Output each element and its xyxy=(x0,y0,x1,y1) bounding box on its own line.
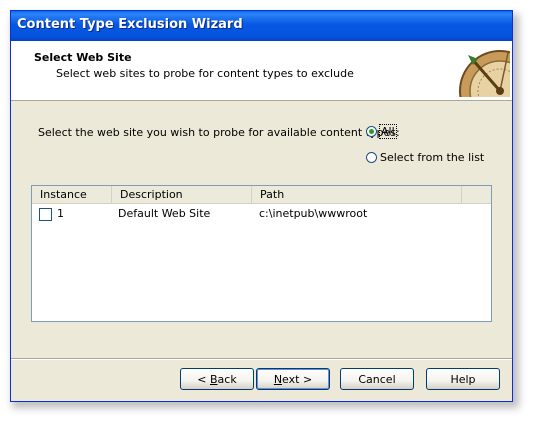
row-description: Default Web Site xyxy=(118,207,211,220)
back-button-prefix: < xyxy=(197,372,210,386)
radio-select-from-list-label[interactable]: Select from the list xyxy=(380,151,484,164)
table-row[interactable]: 1 Default Web Site c:\inetpub\wwwroot xyxy=(32,206,491,222)
website-list[interactable]: Instance Description Path 1 Default Web … xyxy=(31,185,492,322)
back-button[interactable]: < Back xyxy=(180,368,254,390)
back-button-mnemonic: B xyxy=(210,372,218,386)
header-subtitle: Select web sites to probe for content ty… xyxy=(56,67,354,80)
radio-all-label[interactable]: All xyxy=(379,124,397,139)
radio-all[interactable]: All xyxy=(366,124,397,139)
radio-select-from-list-button[interactable] xyxy=(366,152,377,163)
wizard-header: Select Web Site Select web sites to prob… xyxy=(11,41,512,101)
compass-logo-icon xyxy=(459,50,510,97)
button-separator xyxy=(11,358,512,360)
cancel-button[interactable]: Cancel xyxy=(340,368,414,390)
row-instance: 1 xyxy=(57,207,64,220)
column-header-instance[interactable]: Instance xyxy=(32,186,112,204)
next-button-rest: ext > xyxy=(282,372,313,386)
row-path: c:\inetpub\wwwroot xyxy=(259,207,368,220)
title-bar[interactable]: Content Type Exclusion Wizard xyxy=(11,11,512,41)
next-button-mnemonic: N xyxy=(273,372,283,386)
help-button[interactable]: Help xyxy=(426,368,500,390)
row-checkbox[interactable] xyxy=(39,208,52,221)
column-header-description[interactable]: Description xyxy=(112,186,252,204)
radio-select-from-list[interactable]: Select from the list xyxy=(366,151,484,164)
list-header: Instance Description Path xyxy=(32,186,491,204)
header-title: Select Web Site xyxy=(34,51,132,64)
radio-all-button[interactable] xyxy=(366,126,377,137)
probe-prompt-label: Select the web site you wish to probe fo… xyxy=(38,126,400,139)
wizard-window: Content Type Exclusion Wizard Select Web… xyxy=(10,10,513,402)
next-button[interactable]: Next > xyxy=(256,368,330,390)
column-header-path[interactable]: Path xyxy=(252,186,462,204)
back-button-rest: ack xyxy=(217,372,237,386)
window-title: Content Type Exclusion Wizard xyxy=(17,17,243,32)
